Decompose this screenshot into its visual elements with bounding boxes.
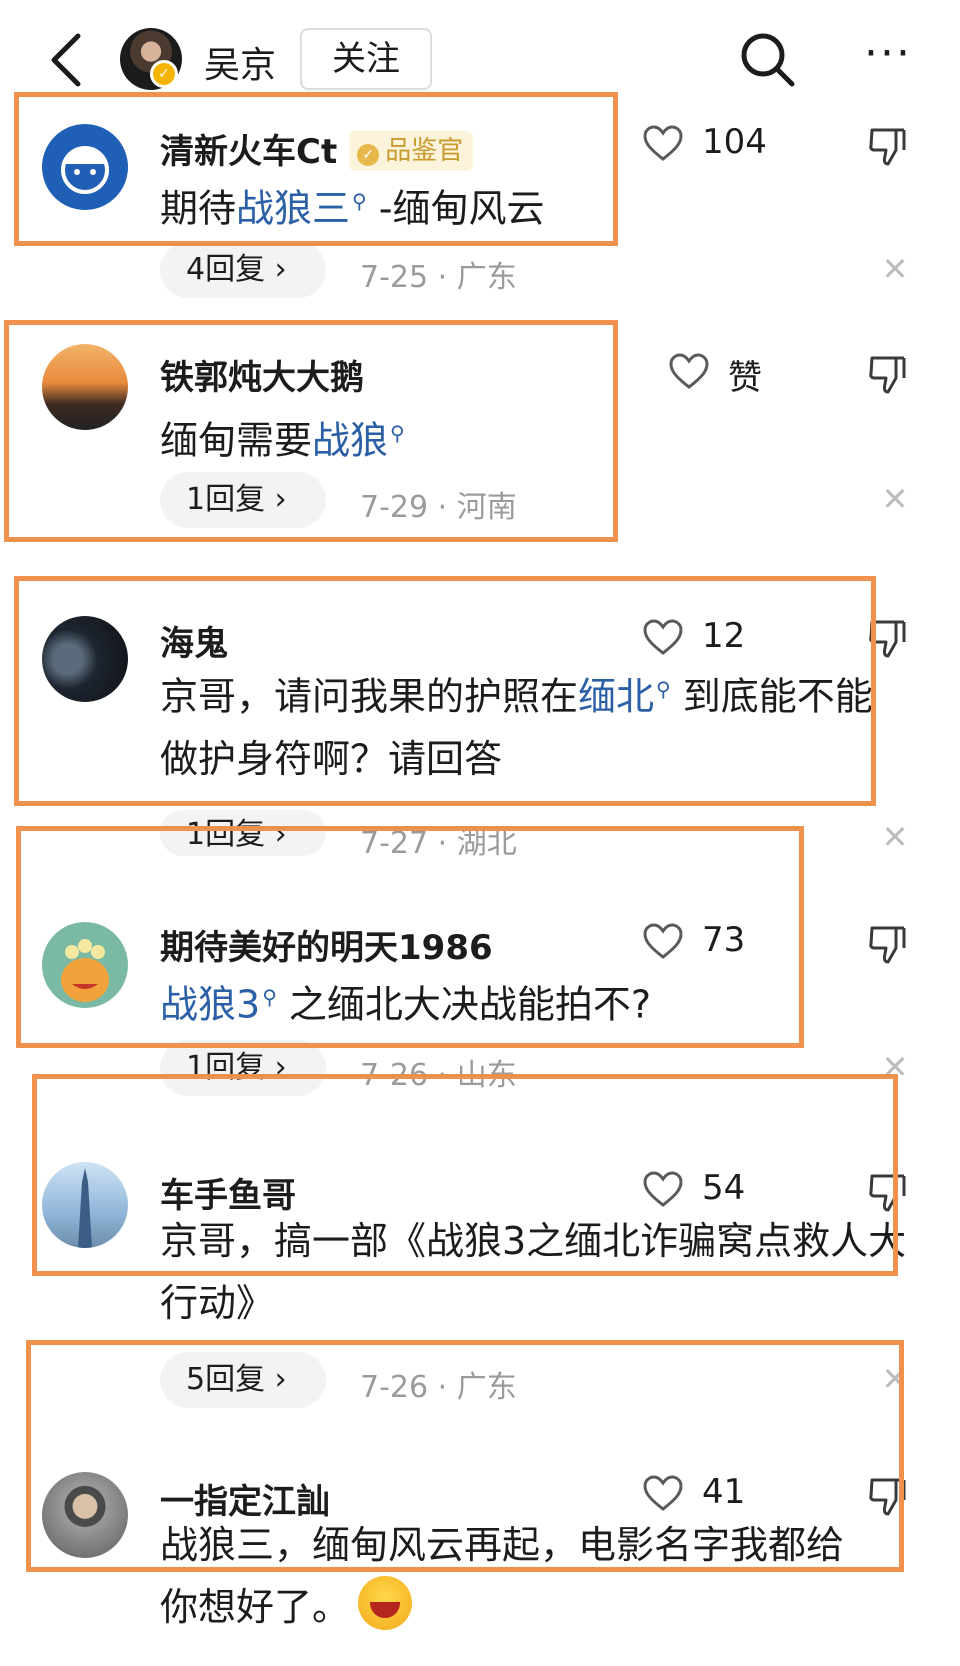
dislike-icon[interactable] xyxy=(866,616,910,660)
user-avatar[interactable] xyxy=(42,1472,128,1558)
date-location: 7-26 · 山东 xyxy=(360,1058,517,1093)
user-avatar[interactable] xyxy=(42,124,128,210)
heart-icon xyxy=(643,1475,683,1511)
user-avatar[interactable] xyxy=(42,616,128,702)
close-icon[interactable]: ✕ xyxy=(880,253,910,285)
like-button[interactable]: 12 xyxy=(642,616,792,660)
like-button[interactable]: 41 xyxy=(642,1472,792,1516)
replies-button[interactable]: 1回复 › xyxy=(160,810,326,856)
replies-button[interactable]: 5回复 › xyxy=(160,1352,326,1408)
comment-text: 战狼三，缅甸风云再起，电影名字我都给你想好了。 xyxy=(160,1514,880,1638)
back-arrow-icon[interactable] xyxy=(44,30,88,90)
username[interactable]: 铁郭炖大大鹅 xyxy=(160,350,364,399)
like-button[interactable]: 赞 xyxy=(668,350,818,398)
topic-link[interactable]: 战狼 xyxy=(312,419,388,463)
like-count: 赞 xyxy=(728,358,762,398)
comment-item: 海鬼 京哥，请问我果的护照在缅北 ⚲ 到底能不能做护身符啊？请回答 12 1回复 … xyxy=(0,612,960,862)
user-avatar[interactable] xyxy=(42,1162,128,1248)
badge-label: 品鉴官 xyxy=(385,136,464,166)
comment-item: 车手鱼哥 京哥，搞一部《战狼3之缅北诈骗窝点救人大行动》 54 5回复 › 7-… xyxy=(0,1150,960,1410)
laughing-emoji-icon xyxy=(358,1576,413,1630)
like-count: 73 xyxy=(702,920,746,960)
dislike-icon[interactable] xyxy=(866,922,910,966)
date-location: 7-29 · 河南 xyxy=(360,490,517,525)
search-link-icon: ⚲ xyxy=(390,421,405,445)
heart-icon xyxy=(643,125,683,161)
close-icon[interactable]: ✕ xyxy=(880,1363,910,1395)
heart-icon xyxy=(643,923,683,959)
dislike-icon[interactable] xyxy=(866,352,910,396)
badge-check-icon: ✓ xyxy=(357,144,380,166)
like-count: 41 xyxy=(702,1472,746,1512)
replies-button[interactable]: 1回复 › xyxy=(160,1040,326,1096)
comment-text-part: -缅甸风云 xyxy=(366,186,545,231)
like-count: 104 xyxy=(702,122,767,162)
search-link-icon: ⚲ xyxy=(352,189,367,213)
heart-icon xyxy=(643,1171,683,1207)
comment-item: 期待美好的明天1986 战狼3 ⚲ 之缅北大决战能拍不? 73 1回复 › 7-2… xyxy=(0,900,960,1110)
taster-badge: ✓ 品鉴官 xyxy=(349,131,474,171)
follow-button[interactable]: 关注 xyxy=(300,28,432,90)
like-button[interactable]: 104 xyxy=(642,122,792,166)
comment-text-part: 京哥，请问我果的护照在 xyxy=(160,674,579,719)
comment-item: 一指定江訕 战狼三，缅甸风云再起，电影名字我都给你想好了。 41 xyxy=(0,1450,960,1666)
replies-button[interactable]: 1回复 › xyxy=(160,472,326,528)
comment-item: 清新火车Ct ✓ 品鉴官 期待战狼三 ⚲ -缅甸风云 104 4回复 › 7-25 ·… xyxy=(0,100,960,310)
verified-icon: ✓ xyxy=(150,60,178,88)
search-icon[interactable] xyxy=(738,30,798,90)
dislike-icon[interactable] xyxy=(866,124,910,168)
user-avatar[interactable] xyxy=(42,922,128,1008)
user-avatar[interactable] xyxy=(42,344,128,430)
date-location: 7-26 · 广东 xyxy=(360,1370,517,1405)
comment-text: 京哥，搞一部《战狼3之缅北诈骗窝点救人大行动》 xyxy=(160,1219,907,1325)
search-link-icon: ⚲ xyxy=(656,677,671,701)
comment-text: 京哥，请问我果的护照在缅北 ⚲ 到底能不能做护身符啊？请回答 xyxy=(160,658,900,790)
comment-text: 战狼3 ⚲ 之缅北大决战能拍不? xyxy=(160,966,920,1036)
comment-text: 期待战狼三 ⚲ -缅甸风云 xyxy=(160,170,920,240)
like-button[interactable]: 54 xyxy=(642,1168,792,1212)
dislike-icon[interactable] xyxy=(866,1474,910,1518)
topic-link[interactable]: 战狼三 xyxy=(236,187,350,231)
comment-text-part: 之缅北大决战能拍不? xyxy=(276,982,652,1027)
close-icon[interactable]: ✕ xyxy=(880,1051,910,1083)
comment-text-part: 缅甸需要 xyxy=(160,418,313,463)
comment-text-part: 战狼三，缅甸风云再起，电影名字我都给你想好了。 xyxy=(160,1523,845,1629)
like-count: 12 xyxy=(702,616,746,656)
topic-link[interactable]: 战狼3 xyxy=(160,983,260,1027)
dislike-icon[interactable] xyxy=(866,1170,910,1214)
like-button[interactable]: 73 xyxy=(642,920,792,964)
close-icon[interactable]: ✕ xyxy=(880,821,910,853)
heart-icon xyxy=(643,619,683,655)
date-location: 7-27 · 湖北 xyxy=(360,826,517,861)
username[interactable]: 清新火车Ct ✓ 品鉴官 xyxy=(160,124,474,173)
more-options-icon[interactable]: ··· xyxy=(858,30,918,90)
replies-button[interactable]: 4回复 › xyxy=(160,242,326,298)
account-name[interactable]: 吴京 xyxy=(204,36,276,88)
username-text: 清新火车Ct xyxy=(160,132,338,172)
comment-text-part: 期待 xyxy=(160,186,237,231)
search-link-icon: ⚲ xyxy=(262,985,277,1009)
like-count: 54 xyxy=(702,1168,746,1208)
date-location: 7-25 · 广东 xyxy=(360,260,517,295)
username[interactable]: 期待美好的明天1986 xyxy=(160,920,493,969)
heart-icon xyxy=(669,353,709,389)
close-icon[interactable]: ✕ xyxy=(880,483,910,515)
comment-item: 铁郭炖大大鹅 缅甸需要战狼 ⚲ 赞 1回复 › 7-29 · 河南 ✕ xyxy=(0,330,960,550)
comment-text: 缅甸需要战狼 ⚲ xyxy=(160,402,920,472)
topic-link[interactable]: 缅北 xyxy=(578,675,654,719)
